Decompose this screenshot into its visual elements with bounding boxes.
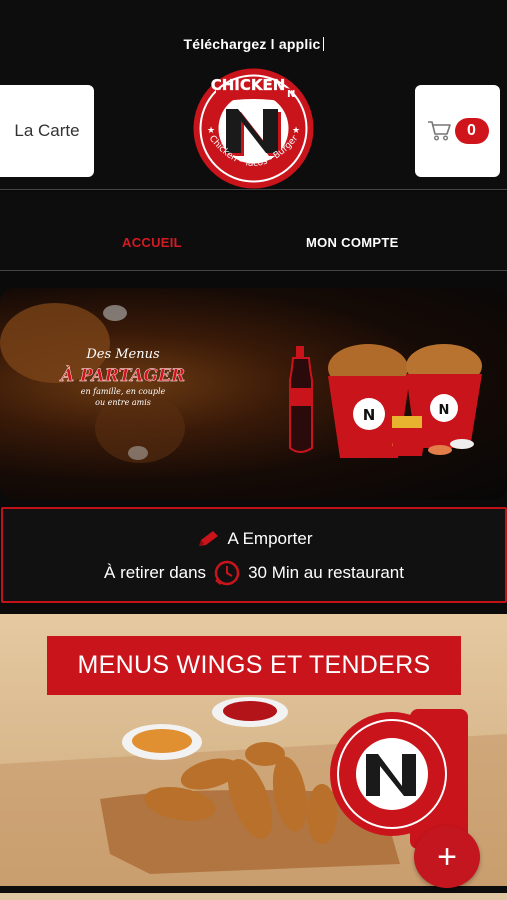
cart-button[interactable]: 0: [415, 85, 500, 177]
pencil-icon: [199, 531, 219, 546]
cart-icon: [427, 121, 451, 141]
svg-text:N: N: [439, 403, 450, 418]
logo-brand-text: CHICKEN: [211, 76, 286, 94]
pickup-time-suffix: 30 Min au restaurant: [248, 563, 404, 582]
header-divider: [0, 189, 507, 190]
cart-count-badge: 0: [454, 118, 489, 144]
nav-mon-compte[interactable]: MON COMPTE: [306, 235, 399, 250]
menu-card-title: MENUS WINGS ET TENDERS: [47, 636, 461, 695]
app-header: Téléchargez l applic La Carte CHICKEN N …: [0, 0, 507, 190]
svg-text:★: ★: [292, 125, 300, 135]
promo-banner[interactable]: Des Menus À PARTAGER en famille, en coup…: [0, 288, 507, 500]
la-carte-label: La Carte: [14, 121, 80, 140]
svg-text:★: ★: [207, 125, 215, 135]
chicken-n-logo[interactable]: CHICKEN N ★ ★ Chicken - Tacos - Burger: [192, 67, 315, 190]
marquee-text: Téléchargez l applic: [183, 36, 321, 52]
nav-divider: [0, 270, 507, 271]
pickup-mode-label: A Emporter: [227, 529, 313, 548]
svg-text:N: N: [287, 89, 295, 100]
chicken-buckets-image: N N: [328, 344, 482, 458]
banner-line-1: Des Menus: [85, 347, 160, 362]
clock-icon: [214, 560, 240, 586]
pickup-prefix: À retirer dans: [104, 563, 207, 582]
download-marquee[interactable]: Téléchargez l applic: [0, 36, 507, 52]
card-logo: [330, 712, 454, 836]
la-carte-button[interactable]: La Carte: [0, 85, 94, 177]
banner-line-3: en famille, en couple: [81, 387, 166, 396]
next-card-peek: [0, 893, 507, 900]
plus-icon: +: [437, 837, 457, 876]
add-button[interactable]: +: [414, 826, 480, 888]
pickup-info-box[interactable]: A Emporter À retirer dans 30 Min au rest…: [1, 507, 507, 603]
text-caret: [322, 37, 324, 51]
cola-bottle-image: [289, 346, 313, 453]
banner-line-4: ou entre amis: [95, 398, 151, 407]
nav-accueil[interactable]: ACCUEIL: [122, 235, 182, 250]
svg-text:N: N: [363, 406, 376, 424]
main-nav: ACCUEIL MON COMPTE: [0, 192, 507, 270]
banner-line-2: À PARTAGER: [59, 365, 185, 386]
banner-artwork: Des Menus À PARTAGER en famille, en coup…: [0, 303, 482, 463]
